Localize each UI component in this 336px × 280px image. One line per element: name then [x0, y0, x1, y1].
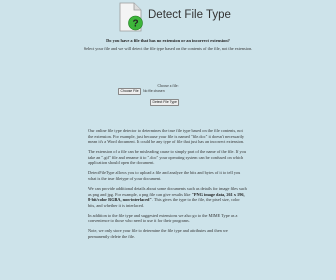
content-paragraph: Our online file type detector to determi… [88, 128, 245, 145]
intro-text: Select your file and we will detect the … [83, 46, 253, 51]
file-input[interactable]: Choose File No file chosen [118, 88, 165, 95]
content-paragraph: In addition to the file type and suggest… [88, 212, 238, 224]
page: ? Detect File Type Do you have a file th… [0, 0, 336, 280]
upload-form: Choose a file: Choose File No file chose… [0, 56, 336, 106]
header: ? Detect File Type [118, 2, 298, 32]
choose-file-label: Choose a file: [157, 84, 179, 88]
question-heading: Do you have a file that has no extension… [106, 38, 230, 43]
detect-file-type-button[interactable]: Detect File Type [150, 99, 180, 106]
content-paragraph: DetectFileType allows you to upload a fi… [88, 170, 241, 181]
content-paragraph: We can provide additional details about … [88, 186, 248, 208]
choose-file-button[interactable]: Choose File [118, 88, 142, 95]
content-paragraph: The extension of a file can be misleadin… [88, 149, 246, 166]
content-paragraph: Note, we only store your file to determi… [88, 228, 228, 239]
question-file-icon: ? [119, 2, 143, 32]
file-status: No file chosen [143, 89, 165, 93]
content: Our online file type detector to determi… [88, 128, 248, 244]
svg-text:?: ? [132, 19, 138, 30]
site-title[interactable]: Detect File Type [148, 9, 231, 21]
